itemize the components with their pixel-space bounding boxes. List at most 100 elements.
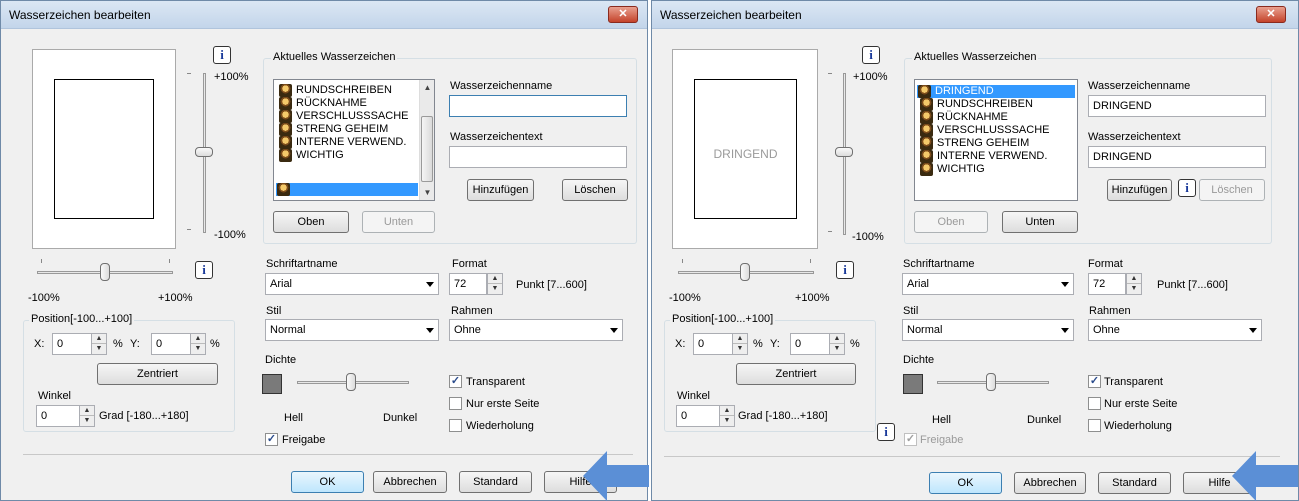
list-item[interactable]: VERSCHLUSSSACHE (278, 110, 418, 123)
delete-button[interactable]: Löschen (1199, 179, 1265, 201)
spin-up-icon[interactable]: ▲ (92, 334, 106, 344)
list-item[interactable]: RUNDSCHREIBEN (919, 98, 1069, 111)
watermark-list[interactable]: RUNDSCHREIBEN RÜCKNAHME VERSCHLUSSSACHE … (273, 79, 435, 201)
spin-down-icon[interactable]: ▼ (720, 416, 734, 426)
spin-up-icon[interactable]: ▲ (1127, 274, 1141, 284)
repeat-checkbox[interactable] (1088, 419, 1101, 432)
info-icon[interactable]: i (877, 423, 895, 441)
transparent-checkbox[interactable]: ✓ (449, 375, 462, 388)
standard-button[interactable]: Standard (1098, 472, 1171, 494)
scroll-down-icon[interactable]: ▼ (420, 185, 434, 200)
name-input[interactable]: DRINGEND (1088, 95, 1266, 117)
density-slider-thumb[interactable] (986, 373, 996, 391)
center-button[interactable]: Zentriert (97, 363, 218, 385)
text-input[interactable] (449, 146, 627, 168)
info-icon[interactable]: i (1178, 179, 1196, 197)
list-item[interactable]: WICHTIG (919, 163, 1069, 176)
font-select[interactable]: Arial (265, 273, 439, 295)
format-spinner[interactable]: ▲ ▼ (1126, 273, 1142, 295)
list-item[interactable]: VERSCHLUSSSACHE (919, 124, 1069, 137)
horizontal-slider-thumb[interactable] (740, 263, 750, 281)
vertical-slider-thumb[interactable] (835, 147, 853, 157)
up-button[interactable]: Oben (914, 211, 988, 233)
vertical-slider-thumb[interactable] (195, 147, 213, 157)
list-item[interactable]: INTERNE VERWEND. (278, 136, 418, 149)
angle-field[interactable]: 0 (36, 405, 80, 427)
repeat-checkbox[interactable] (449, 419, 462, 432)
format-spinner[interactable]: ▲ ▼ (487, 273, 503, 295)
style-select[interactable]: Normal (265, 319, 439, 341)
list-item[interactable]: RUNDSCHREIBEN (278, 84, 418, 97)
spin-up-icon[interactable]: ▲ (720, 406, 734, 416)
density-color-swatch[interactable] (262, 374, 282, 394)
x-spinner[interactable]: ▲ ▼ (91, 333, 107, 355)
add-button[interactable]: Hinzufügen (467, 179, 534, 201)
format-field[interactable]: 72 (449, 273, 487, 295)
down-button[interactable]: Unten (1002, 211, 1078, 233)
density-color-swatch[interactable] (903, 374, 923, 394)
x-field[interactable]: 0 (693, 333, 733, 355)
spin-down-icon[interactable]: ▼ (830, 344, 844, 354)
info-icon[interactable]: i (862, 46, 880, 64)
scroll-up-icon[interactable]: ▲ (420, 80, 434, 95)
style-select[interactable]: Normal (902, 319, 1074, 341)
list-item[interactable]: STRENG GEHEIM (919, 137, 1069, 150)
info-icon[interactable]: i (213, 46, 231, 64)
horizontal-slider-thumb[interactable] (100, 263, 110, 281)
standard-button[interactable]: Standard (459, 471, 532, 493)
close-button[interactable]: ✕ (608, 6, 638, 23)
transparent-checkbox[interactable]: ✓ (1088, 375, 1101, 388)
ok-button[interactable]: OK (929, 472, 1002, 494)
angle-spinner[interactable]: ▲ ▼ (79, 405, 95, 427)
delete-button[interactable]: Löschen (562, 179, 628, 201)
list-scrollbar[interactable]: ▲ ▼ (419, 80, 434, 200)
frame-select[interactable]: Ohne (449, 319, 623, 341)
list-item[interactable]: RÜCKNAHME (919, 111, 1069, 124)
font-select[interactable]: Arial (902, 273, 1074, 295)
cancel-button[interactable]: Abbrechen (1014, 472, 1086, 494)
list-item[interactable]: STRENG GEHEIM (278, 123, 418, 136)
x-field[interactable]: 0 (52, 333, 92, 355)
spin-up-icon[interactable]: ▲ (191, 334, 205, 344)
spin-down-icon[interactable]: ▼ (191, 344, 205, 354)
spin-down-icon[interactable]: ▼ (488, 284, 502, 294)
center-button[interactable]: Zentriert (736, 363, 856, 385)
down-button[interactable]: Unten (362, 211, 435, 233)
release-checkbox[interactable]: ✓ (265, 433, 278, 446)
list-item[interactable]: WICHTIG (278, 149, 418, 162)
spin-down-icon[interactable]: ▼ (80, 416, 94, 426)
release-checkbox[interactable]: ✓ (904, 433, 917, 446)
y-field[interactable]: 0 (790, 333, 830, 355)
close-button[interactable]: ✕ (1256, 6, 1286, 23)
y-spinner[interactable]: ▲ ▼ (829, 333, 845, 355)
list-item-selected[interactable]: DRINGEND (917, 85, 1075, 98)
up-button[interactable]: Oben (273, 211, 349, 233)
list-item[interactable]: INTERNE VERWEND. (919, 150, 1069, 163)
spin-down-icon[interactable]: ▼ (733, 344, 747, 354)
watermark-list[interactable]: DRINGEND RUNDSCHREIBEN RÜCKNAHME VERSCHL… (914, 79, 1078, 201)
density-slider-thumb[interactable] (346, 373, 356, 391)
x-spinner[interactable]: ▲ ▼ (732, 333, 748, 355)
spin-up-icon[interactable]: ▲ (488, 274, 502, 284)
format-field[interactable]: 72 (1088, 273, 1126, 295)
list-item-selected[interactable] (276, 183, 418, 196)
spin-up-icon[interactable]: ▲ (80, 406, 94, 416)
spin-down-icon[interactable]: ▼ (1127, 284, 1141, 294)
spin-up-icon[interactable]: ▲ (830, 334, 844, 344)
list-item[interactable]: RÜCKNAHME (278, 97, 418, 110)
scroll-thumb[interactable] (421, 116, 433, 182)
angle-field[interactable]: 0 (676, 405, 720, 427)
name-input[interactable] (449, 95, 627, 117)
first-page-checkbox[interactable] (449, 397, 462, 410)
angle-spinner[interactable]: ▲ ▼ (719, 405, 735, 427)
ok-button[interactable]: OK (291, 471, 364, 493)
frame-select[interactable]: Ohne (1088, 319, 1262, 341)
y-field[interactable]: 0 (151, 333, 191, 355)
first-page-checkbox[interactable] (1088, 397, 1101, 410)
cancel-button[interactable]: Abbrechen (373, 471, 447, 493)
spin-down-icon[interactable]: ▼ (92, 344, 106, 354)
spin-up-icon[interactable]: ▲ (733, 334, 747, 344)
text-input[interactable]: DRINGEND (1088, 146, 1266, 168)
info-icon[interactable]: i (836, 261, 854, 279)
info-icon[interactable]: i (195, 261, 213, 279)
